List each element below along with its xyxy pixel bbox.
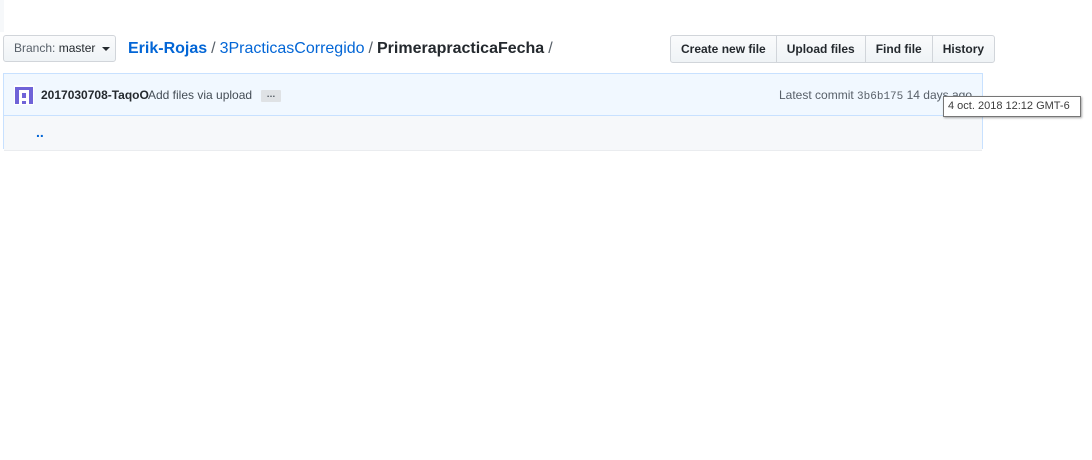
breadcrumb-separator: /	[368, 40, 373, 57]
latest-commit-label: Latest commit	[779, 88, 854, 102]
upload-files-button[interactable]: Upload files	[775, 35, 866, 63]
author-avatar-icon[interactable]	[14, 85, 34, 105]
commit-date-tooltip: 4 oct. 2018 12:12 GMT-6	[943, 96, 1081, 117]
branch-name-label: master	[58, 41, 96, 55]
caret-down-icon	[101, 46, 110, 51]
file-table: 2017030708-TaqoO Add files via upload … …	[3, 73, 983, 151]
find-file-button[interactable]: Find file	[864, 35, 933, 63]
parent-directory-link[interactable]: ..	[36, 124, 44, 140]
commit-message-link[interactable]: Add files via upload	[148, 87, 252, 103]
page-edge	[0, 0, 4, 32]
branch-prefix-label: Branch:	[14, 41, 56, 55]
breadcrumb-owner-link[interactable]: Erik-Rojas	[128, 40, 207, 57]
breadcrumb: Erik-Rojas/3PracticasCorregido / Primerapr…	[128, 38, 557, 60]
create-new-file-button[interactable]: Create new file	[670, 35, 777, 63]
breadcrumb-separator: /	[211, 40, 216, 57]
file-actions-group: Create new file Upload files Find file H…	[670, 35, 996, 63]
commit-sha-link[interactable]: 3b6b175	[857, 91, 903, 103]
latest-commit-bar: 2017030708-TaqoO Add files via upload … …	[4, 74, 982, 116]
branch-selector-button[interactable]: Branch: master	[3, 35, 116, 62]
breadcrumb-repo-link[interactable]: 3PracticasCorregido	[220, 40, 365, 57]
parent-directory-row: ..	[4, 116, 982, 151]
commit-author-link[interactable]: 2017030708-TaqoO	[41, 87, 149, 103]
breadcrumb-current-folder: PrimerapracticaFecha	[377, 40, 545, 57]
history-button[interactable]: History	[931, 35, 996, 63]
breadcrumb-separator: /	[548, 40, 553, 57]
expand-commit-message-button[interactable]: …	[261, 90, 281, 102]
